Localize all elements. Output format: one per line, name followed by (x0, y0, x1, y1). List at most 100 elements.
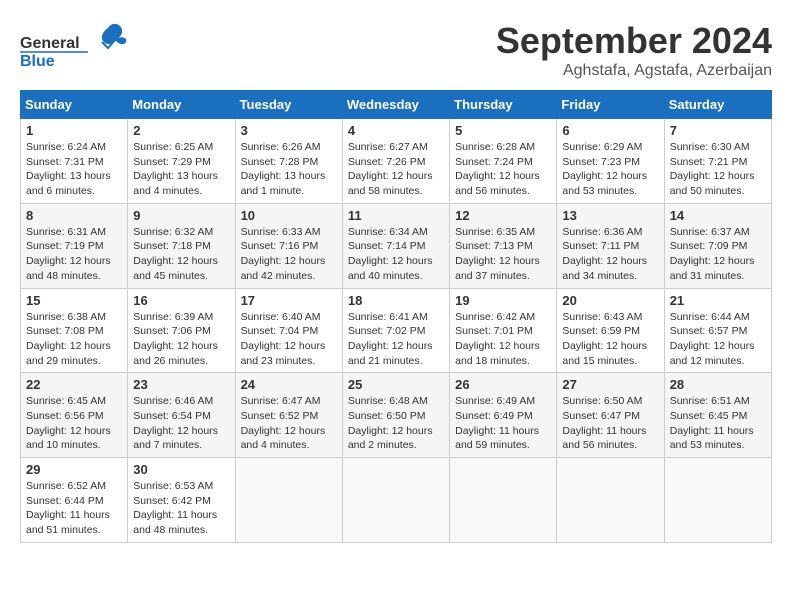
day-info: Sunrise: 6:25 AM Sunset: 7:29 PM Dayligh… (133, 140, 229, 199)
day-info: Sunrise: 6:53 AM Sunset: 6:42 PM Dayligh… (133, 479, 229, 538)
day-info: Sunrise: 6:28 AM Sunset: 7:24 PM Dayligh… (455, 140, 551, 199)
calendar-cell: 20 Sunrise: 6:43 AM Sunset: 6:59 PM Dayl… (557, 288, 664, 373)
day-info: Sunrise: 6:33 AM Sunset: 7:16 PM Dayligh… (241, 225, 337, 284)
day-info: Sunrise: 6:27 AM Sunset: 7:26 PM Dayligh… (348, 140, 444, 199)
day-number: 30 (133, 462, 229, 477)
calendar-cell: 30 Sunrise: 6:53 AM Sunset: 6:42 PM Dayl… (128, 458, 235, 543)
day-number: 11 (348, 208, 444, 223)
day-number: 18 (348, 293, 444, 308)
day-number: 21 (670, 293, 766, 308)
calendar-cell: 6 Sunrise: 6:29 AM Sunset: 7:23 PM Dayli… (557, 119, 664, 204)
day-info: Sunrise: 6:46 AM Sunset: 6:54 PM Dayligh… (133, 394, 229, 453)
calendar-header-row: SundayMondayTuesdayWednesdayThursdayFrid… (21, 91, 772, 119)
day-info: Sunrise: 6:44 AM Sunset: 6:57 PM Dayligh… (670, 310, 766, 369)
day-number: 14 (670, 208, 766, 223)
calendar-cell (342, 458, 449, 543)
day-header-friday: Friday (557, 91, 664, 119)
logo: General Blue (20, 20, 130, 72)
calendar-cell: 14 Sunrise: 6:37 AM Sunset: 7:09 PM Dayl… (664, 203, 771, 288)
calendar-cell: 1 Sunrise: 6:24 AM Sunset: 7:31 PM Dayli… (21, 119, 128, 204)
calendar-cell (235, 458, 342, 543)
day-info: Sunrise: 6:43 AM Sunset: 6:59 PM Dayligh… (562, 310, 658, 369)
day-info: Sunrise: 6:24 AM Sunset: 7:31 PM Dayligh… (26, 140, 122, 199)
svg-text:Blue: Blue (20, 53, 55, 70)
day-info: Sunrise: 6:37 AM Sunset: 7:09 PM Dayligh… (670, 225, 766, 284)
day-header-monday: Monday (128, 91, 235, 119)
day-info: Sunrise: 6:48 AM Sunset: 6:50 PM Dayligh… (348, 394, 444, 453)
title-area: September 2024 Aghstafa, Agstafa, Azerba… (496, 20, 772, 80)
calendar-cell: 4 Sunrise: 6:27 AM Sunset: 7:26 PM Dayli… (342, 119, 449, 204)
calendar-cell: 23 Sunrise: 6:46 AM Sunset: 6:54 PM Dayl… (128, 373, 235, 458)
day-number: 1 (26, 123, 122, 138)
day-number: 13 (562, 208, 658, 223)
day-info: Sunrise: 6:38 AM Sunset: 7:08 PM Dayligh… (26, 310, 122, 369)
calendar-cell: 3 Sunrise: 6:26 AM Sunset: 7:28 PM Dayli… (235, 119, 342, 204)
day-number: 4 (348, 123, 444, 138)
month-title: September 2024 (496, 20, 772, 62)
day-number: 7 (670, 123, 766, 138)
calendar-cell: 22 Sunrise: 6:45 AM Sunset: 6:56 PM Dayl… (21, 373, 128, 458)
day-number: 23 (133, 377, 229, 392)
day-info: Sunrise: 6:42 AM Sunset: 7:01 PM Dayligh… (455, 310, 551, 369)
day-number: 2 (133, 123, 229, 138)
day-info: Sunrise: 6:40 AM Sunset: 7:04 PM Dayligh… (241, 310, 337, 369)
calendar-week-row: 15 Sunrise: 6:38 AM Sunset: 7:08 PM Dayl… (21, 288, 772, 373)
day-number: 16 (133, 293, 229, 308)
day-info: Sunrise: 6:30 AM Sunset: 7:21 PM Dayligh… (670, 140, 766, 199)
day-number: 3 (241, 123, 337, 138)
day-info: Sunrise: 6:26 AM Sunset: 7:28 PM Dayligh… (241, 140, 337, 199)
day-info: Sunrise: 6:45 AM Sunset: 6:56 PM Dayligh… (26, 394, 122, 453)
calendar-cell: 16 Sunrise: 6:39 AM Sunset: 7:06 PM Dayl… (128, 288, 235, 373)
calendar-cell: 17 Sunrise: 6:40 AM Sunset: 7:04 PM Dayl… (235, 288, 342, 373)
calendar-cell: 26 Sunrise: 6:49 AM Sunset: 6:49 PM Dayl… (450, 373, 557, 458)
day-info: Sunrise: 6:47 AM Sunset: 6:52 PM Dayligh… (241, 394, 337, 453)
calendar-cell: 15 Sunrise: 6:38 AM Sunset: 7:08 PM Dayl… (21, 288, 128, 373)
day-info: Sunrise: 6:52 AM Sunset: 6:44 PM Dayligh… (26, 479, 122, 538)
day-header-sunday: Sunday (21, 91, 128, 119)
day-number: 20 (562, 293, 658, 308)
day-header-wednesday: Wednesday (342, 91, 449, 119)
day-number: 9 (133, 208, 229, 223)
calendar-cell: 13 Sunrise: 6:36 AM Sunset: 7:11 PM Dayl… (557, 203, 664, 288)
calendar-cell: 2 Sunrise: 6:25 AM Sunset: 7:29 PM Dayli… (128, 119, 235, 204)
calendar-cell: 24 Sunrise: 6:47 AM Sunset: 6:52 PM Dayl… (235, 373, 342, 458)
day-info: Sunrise: 6:39 AM Sunset: 7:06 PM Dayligh… (133, 310, 229, 369)
calendar-cell: 8 Sunrise: 6:31 AM Sunset: 7:19 PM Dayli… (21, 203, 128, 288)
day-info: Sunrise: 6:35 AM Sunset: 7:13 PM Dayligh… (455, 225, 551, 284)
calendar-cell: 9 Sunrise: 6:32 AM Sunset: 7:18 PM Dayli… (128, 203, 235, 288)
day-info: Sunrise: 6:36 AM Sunset: 7:11 PM Dayligh… (562, 225, 658, 284)
day-number: 15 (26, 293, 122, 308)
calendar-week-row: 22 Sunrise: 6:45 AM Sunset: 6:56 PM Dayl… (21, 373, 772, 458)
calendar-cell: 19 Sunrise: 6:42 AM Sunset: 7:01 PM Dayl… (450, 288, 557, 373)
calendar-cell: 11 Sunrise: 6:34 AM Sunset: 7:14 PM Dayl… (342, 203, 449, 288)
day-number: 28 (670, 377, 766, 392)
calendar-week-row: 29 Sunrise: 6:52 AM Sunset: 6:44 PM Dayl… (21, 458, 772, 543)
calendar-cell (450, 458, 557, 543)
calendar-cell: 12 Sunrise: 6:35 AM Sunset: 7:13 PM Dayl… (450, 203, 557, 288)
day-number: 22 (26, 377, 122, 392)
day-number: 19 (455, 293, 551, 308)
day-info: Sunrise: 6:34 AM Sunset: 7:14 PM Dayligh… (348, 225, 444, 284)
calendar-cell: 5 Sunrise: 6:28 AM Sunset: 7:24 PM Dayli… (450, 119, 557, 204)
calendar-week-row: 1 Sunrise: 6:24 AM Sunset: 7:31 PM Dayli… (21, 119, 772, 204)
day-header-thursday: Thursday (450, 91, 557, 119)
calendar-cell: 27 Sunrise: 6:50 AM Sunset: 6:47 PM Dayl… (557, 373, 664, 458)
day-number: 6 (562, 123, 658, 138)
logo-svg: General Blue (20, 20, 130, 72)
day-number: 26 (455, 377, 551, 392)
calendar-cell: 28 Sunrise: 6:51 AM Sunset: 6:45 PM Dayl… (664, 373, 771, 458)
location: Aghstafa, Agstafa, Azerbaijan (496, 62, 772, 80)
day-info: Sunrise: 6:41 AM Sunset: 7:02 PM Dayligh… (348, 310, 444, 369)
calendar-cell: 10 Sunrise: 6:33 AM Sunset: 7:16 PM Dayl… (235, 203, 342, 288)
calendar-cell (664, 458, 771, 543)
day-number: 5 (455, 123, 551, 138)
calendar-cell: 29 Sunrise: 6:52 AM Sunset: 6:44 PM Dayl… (21, 458, 128, 543)
day-number: 10 (241, 208, 337, 223)
day-number: 27 (562, 377, 658, 392)
calendar-cell: 25 Sunrise: 6:48 AM Sunset: 6:50 PM Dayl… (342, 373, 449, 458)
svg-text:General: General (20, 35, 80, 52)
calendar-cell: 21 Sunrise: 6:44 AM Sunset: 6:57 PM Dayl… (664, 288, 771, 373)
day-info: Sunrise: 6:31 AM Sunset: 7:19 PM Dayligh… (26, 225, 122, 284)
calendar-week-row: 8 Sunrise: 6:31 AM Sunset: 7:19 PM Dayli… (21, 203, 772, 288)
day-number: 29 (26, 462, 122, 477)
